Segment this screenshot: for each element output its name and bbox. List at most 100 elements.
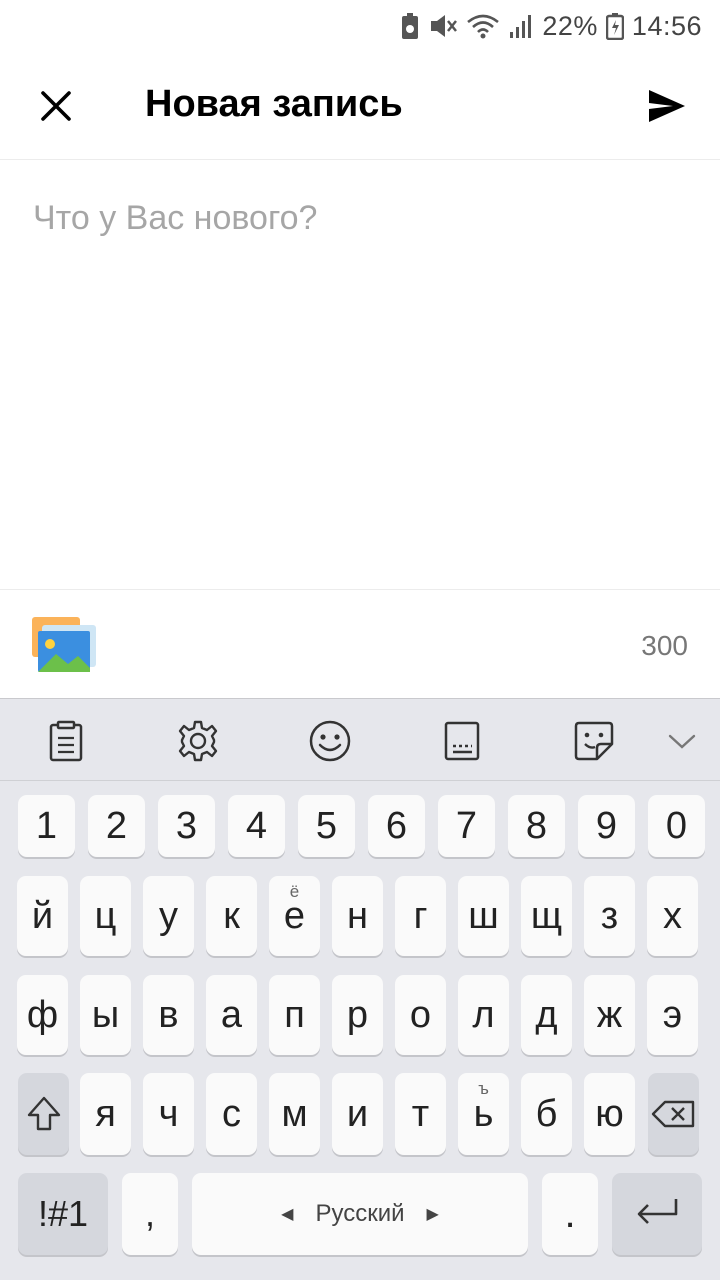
key-label: щ [530,894,563,937]
key-label: 8 [525,804,548,847]
send-button[interactable] [632,74,702,138]
key-9[interactable]: 9 [578,795,635,857]
emoji-icon [309,720,351,762]
gallery-button[interactable] [28,614,100,676]
close-icon [41,91,71,121]
battery-icon [605,12,624,40]
key-т[interactable]: т [395,1073,446,1155]
key-н[interactable]: н [332,876,383,956]
key-ь[interactable]: ъь [458,1073,509,1155]
emoji-button[interactable] [306,717,354,765]
keyboard-mode-button[interactable] [438,717,486,765]
key-а[interactable]: а [206,975,257,1055]
chevron-down-icon [668,734,696,749]
key-label: ы [91,993,120,1036]
backspace-key[interactable] [648,1073,699,1155]
space-key-language: Русский [315,1200,405,1227]
key-6[interactable]: 6 [368,795,425,857]
key-label: в [158,993,179,1036]
key-к[interactable]: к [206,876,257,956]
enter-icon [637,1199,678,1224]
key-label: 4 [245,804,268,847]
key-label: б [535,1092,558,1135]
clipboard-button[interactable] [42,717,90,765]
key-hint: ъ [478,1079,489,1098]
key-2[interactable]: 2 [88,795,145,857]
key-label: т [411,1092,430,1135]
key-3[interactable]: 3 [158,795,215,857]
key-4[interactable]: 4 [228,795,285,857]
key-э[interactable]: э [647,975,698,1055]
key-label: 3 [175,804,198,847]
key-ф[interactable]: ф [17,975,68,1055]
key-ц[interactable]: ц [80,876,131,956]
key-label: п [284,993,305,1036]
key-label: 2 [105,804,128,847]
sticker-icon [574,721,614,761]
enter-key[interactable] [612,1173,702,1255]
key-г[interactable]: г [395,876,446,956]
key-х[interactable]: х [647,876,698,956]
gallery-icon [32,617,96,672]
key-ж[interactable]: ж [584,975,635,1055]
key-ш[interactable]: ш [458,876,509,956]
shift-key[interactable] [18,1073,69,1155]
key-в[interactable]: в [143,975,194,1055]
key-1[interactable]: 1 [18,795,75,857]
send-icon [649,90,685,122]
key-label: ф [26,993,59,1036]
key-label: ч [158,1092,179,1135]
key-с[interactable]: с [206,1073,257,1155]
key-д[interactable]: д [521,975,572,1055]
key-щ[interactable]: щ [521,876,572,956]
key-м[interactable]: м [269,1073,320,1155]
key-л[interactable]: л [458,975,509,1055]
key-label: а [220,993,243,1036]
post-text-area[interactable]: Что у Вас нового? [0,161,720,589]
key-label: к [223,894,240,937]
key-label: д [535,993,558,1036]
key-label: ю [595,1092,624,1135]
key-е[interactable]: ёе [269,876,320,956]
comma-key[interactable]: , [122,1173,178,1255]
wifi-icon [466,12,500,40]
collapse-toolbar-button[interactable] [658,717,706,765]
key-я[interactable]: я [80,1073,131,1155]
key-label: и [346,1092,369,1135]
key-ы[interactable]: ы [80,975,131,1055]
key-label: м [281,1092,308,1135]
key-б[interactable]: б [521,1073,572,1155]
settings-button[interactable] [174,717,222,765]
key-и[interactable]: и [332,1073,383,1155]
symbols-key[interactable]: !#1 [18,1173,108,1255]
key-ю[interactable]: ю [584,1073,635,1155]
mute-icon [428,12,458,40]
key-о[interactable]: о [395,975,446,1055]
key-label: ц [94,894,117,937]
close-button[interactable] [24,74,88,138]
key-5[interactable]: 5 [298,795,355,857]
key-label: г [413,894,428,937]
key-7[interactable]: 7 [438,795,495,857]
backspace-icon [651,1100,694,1128]
key-0[interactable]: 0 [648,795,705,857]
page-title: Новая запись [145,83,403,125]
key-р[interactable]: р [332,975,383,1055]
clock: 14:56 [631,10,702,41]
sticker-button[interactable] [570,717,618,765]
space-key[interactable]: ◀ Русский ▶ [192,1173,528,1255]
shift-icon [27,1096,60,1131]
key-у[interactable]: у [143,876,194,956]
key-label: 7 [455,804,478,847]
key-8[interactable]: 8 [508,795,565,857]
key-label: у [159,894,178,937]
key-ч[interactable]: ч [143,1073,194,1155]
gear-icon [178,720,218,762]
key-п[interactable]: п [269,975,320,1055]
key-з[interactable]: з [584,876,635,956]
key-label: о [409,993,432,1036]
period-key[interactable]: . [542,1173,598,1255]
key-label: й [31,894,54,937]
language-left-arrow-icon: ◀ [281,1206,294,1223]
key-й[interactable]: й [17,876,68,956]
